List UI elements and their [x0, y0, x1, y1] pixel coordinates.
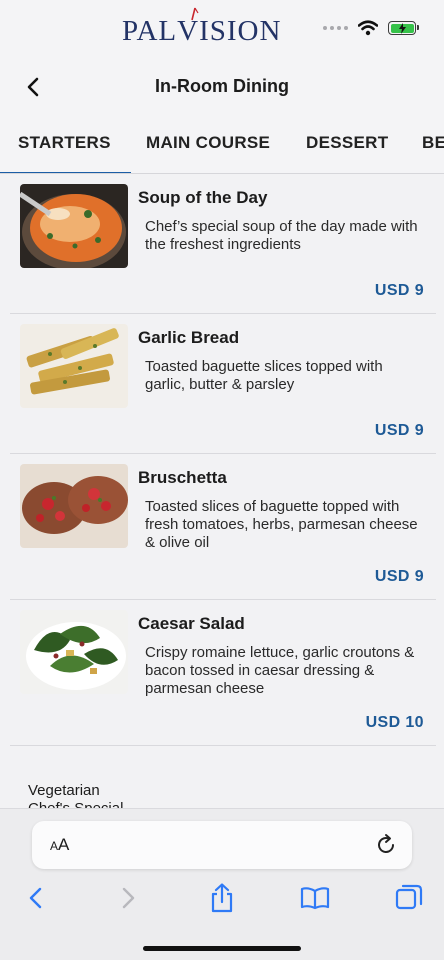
soup-image: [20, 184, 128, 268]
menu-item-caesar-salad[interactable]: Caesar Salad Crispy romaine lettuce, gar…: [10, 600, 436, 746]
item-price: USD 9: [374, 568, 424, 585]
tab-starters[interactable]: STARTERS: [0, 112, 131, 173]
status-icons: [323, 20, 419, 36]
share-icon: [211, 883, 233, 913]
item-description: Crispy romaine lettuce, garlic croutons …: [145, 644, 415, 697]
legend-vegetarian: Vegetarian: [28, 782, 100, 799]
browser-toolbar: AA: [0, 808, 444, 960]
page-title: In-Room Dining: [155, 76, 289, 96]
signal-icon: [323, 26, 348, 30]
home-indicator: [143, 946, 301, 951]
item-name: Soup of the Day: [138, 188, 268, 207]
garlic-bread-image: [20, 324, 128, 408]
status-bar: PAL V ISION: [0, 0, 444, 62]
brand-logo-v: V: [177, 7, 199, 48]
brand-logo: PAL V ISION: [122, 7, 281, 48]
menu-item-garlic-bread[interactable]: Garlic Bread Toasted baguette slices top…: [10, 314, 436, 454]
battery-charging-icon: [388, 21, 419, 35]
brand-spark-icon: [191, 7, 199, 21]
bruschetta-image: [20, 464, 128, 548]
item-price: USD 9: [374, 282, 424, 299]
nav-header: In-Room Dining: [0, 62, 444, 112]
bookmarks-icon: [300, 887, 330, 910]
item-name: Garlic Bread: [138, 328, 240, 347]
browser-forward-button[interactable]: [114, 883, 144, 913]
tabs-icon: [395, 884, 423, 910]
tab-beverages[interactable]: BE: [422, 112, 444, 173]
browser-forward-icon: [122, 887, 135, 909]
caesar-salad-image: [20, 610, 128, 694]
menu-item-bruschetta[interactable]: Bruschetta Toasted slices of baguette to…: [10, 454, 436, 600]
tab-dessert[interactable]: DESSERT: [306, 112, 388, 173]
reload-icon[interactable]: [374, 833, 398, 857]
address-bar[interactable]: AA: [32, 821, 412, 869]
tabs-button[interactable]: [394, 883, 424, 913]
category-tabs: STARTERS MAIN COURSE DESSERT BE: [0, 112, 444, 174]
item-name: Caesar Salad: [138, 614, 245, 633]
item-description: Toasted baguette slices topped with garl…: [145, 358, 383, 393]
menu-item-soup[interactable]: Soup of the Day Chef’s special soup of t…: [10, 174, 436, 314]
share-button[interactable]: [207, 883, 237, 913]
bookmarks-button[interactable]: [300, 883, 330, 913]
item-price: USD 10: [365, 714, 424, 731]
item-description: Chef’s special soup of the day made with…: [145, 218, 418, 253]
tab-main-course[interactable]: MAIN COURSE: [146, 112, 270, 173]
browser-back-button[interactable]: [20, 883, 50, 913]
item-name: Bruschetta: [138, 468, 227, 487]
browser-back-icon: [29, 887, 42, 909]
item-price: USD 9: [374, 422, 424, 439]
item-description: Toasted slices of baguette topped with f…: [145, 498, 418, 551]
text-size-button[interactable]: AA: [50, 835, 69, 855]
wifi-icon: [358, 20, 378, 36]
